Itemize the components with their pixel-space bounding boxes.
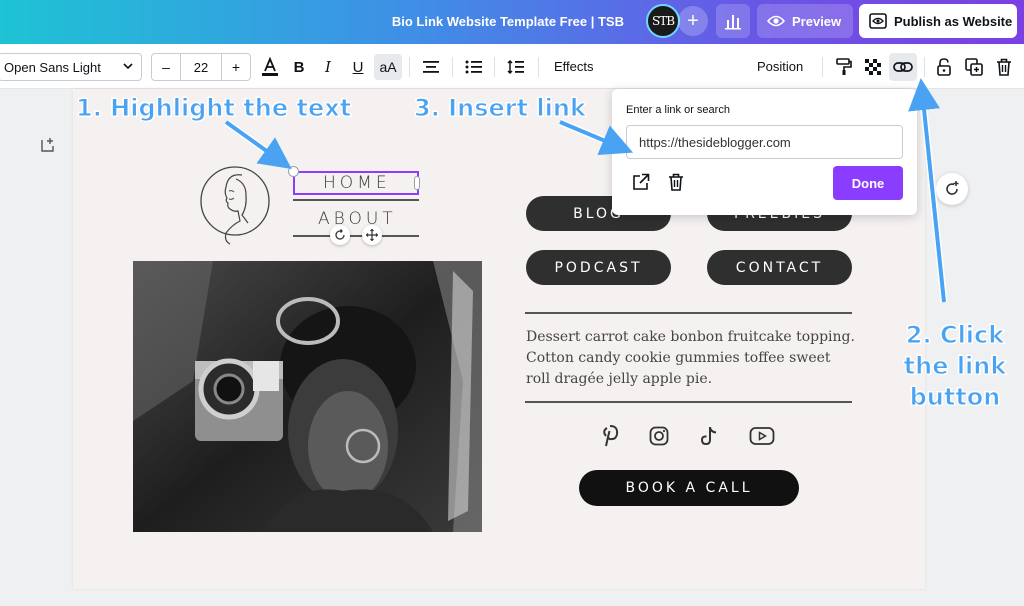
font-size-input[interactable]: 22 (180, 54, 222, 80)
font-size-increase-button[interactable]: + (222, 54, 250, 80)
bullet-list-icon (465, 60, 482, 74)
lock-button[interactable] (934, 56, 954, 78)
photo-illustration (133, 261, 482, 532)
effects-button[interactable]: Effects (554, 59, 594, 74)
toolbar-divider (409, 57, 410, 77)
instagram-icon[interactable] (646, 424, 672, 448)
open-link-icon[interactable] (632, 173, 650, 191)
font-size-stepper: – 22 + (151, 53, 251, 81)
pinterest-icon[interactable] (597, 424, 623, 448)
move-icon (366, 229, 378, 241)
face-logo (200, 166, 270, 245)
home-underline (293, 199, 419, 201)
refresh-icon (946, 181, 959, 195)
delete-button[interactable] (994, 56, 1014, 78)
font-family-value: Open Sans Light (4, 59, 101, 75)
text-toolbar: Open Sans Light – 22 + B I U aA Effects … (0, 44, 1024, 89)
link-icon (893, 62, 913, 72)
contact-button[interactable]: CONTACT (707, 250, 852, 285)
divider-line (525, 401, 852, 403)
underline-button[interactable]: U (348, 56, 368, 78)
link-button[interactable] (889, 53, 917, 81)
toolbar-divider (452, 57, 453, 77)
done-button[interactable]: Done (833, 166, 903, 200)
spacing-button[interactable] (505, 56, 527, 78)
duplicate-icon (965, 58, 983, 76)
refresh-button[interactable] (936, 173, 968, 205)
paint-roller-icon (836, 58, 852, 75)
top-bar: Bio Link Website Template Free | TSB STB… (0, 0, 1024, 44)
bar-chart-icon (725, 15, 741, 30)
website-icon (869, 13, 887, 29)
text-color-button[interactable] (259, 56, 281, 78)
position-button[interactable]: Position (757, 59, 803, 74)
remove-link-icon[interactable] (668, 173, 684, 191)
letter-case-button[interactable]: aA (374, 54, 402, 80)
preview-label: Preview (792, 13, 842, 29)
podcast-button[interactable]: PODCAST (526, 250, 671, 285)
toolbar-divider (494, 57, 495, 77)
copy-style-button[interactable] (833, 56, 855, 78)
unlock-icon (937, 58, 951, 76)
publish-as-website-button[interactable]: Publish as Website (859, 4, 1017, 38)
italic-button[interactable]: I (318, 56, 338, 78)
link-input[interactable]: https://thesideblogger.com (626, 125, 903, 159)
tiktok-glyph (700, 427, 717, 446)
rotate-handle[interactable] (330, 225, 350, 245)
annotation-step2-line1: 2. Click (905, 321, 1005, 350)
toolbar-divider (822, 57, 823, 77)
chevron-down-icon (123, 63, 133, 70)
add-page-icon[interactable] (40, 137, 56, 153)
add-collaborator-button[interactable]: + (678, 6, 708, 36)
text-color-icon (262, 57, 278, 76)
bold-button[interactable]: B (289, 56, 309, 78)
instagram-glyph (649, 426, 669, 446)
book-a-call-button[interactable]: BOOK A CALL (579, 470, 799, 506)
about-underline (293, 235, 419, 237)
toolbar-divider (924, 57, 925, 77)
youtube-icon[interactable] (747, 424, 777, 448)
rotate-icon (335, 229, 345, 240)
document-title[interactable]: Bio Link Website Template Free | TSB (392, 14, 624, 29)
preview-button[interactable]: Preview (757, 4, 853, 38)
transparency-icon (865, 59, 881, 75)
link-popup: Enter a link or search https://thesidebl… (612, 89, 917, 215)
line-spacing-icon (507, 59, 524, 75)
selection-handle[interactable] (414, 176, 420, 190)
insights-button[interactable] (716, 4, 750, 38)
nav-home-text[interactable]: HOME (323, 173, 391, 193)
align-center-icon (423, 61, 439, 73)
eye-icon (767, 15, 785, 27)
annotation-step3: 3. Insert link (414, 94, 587, 123)
tiktok-icon[interactable] (696, 424, 722, 448)
annotation-step2: 2. Click the link button (896, 320, 1014, 413)
move-handle[interactable] (362, 225, 382, 245)
link-popup-label: Enter a link or search (626, 104, 730, 116)
font-family-select[interactable]: Open Sans Light (0, 53, 142, 81)
annotation-step2-line3: button (909, 383, 1001, 412)
annotation-step1: 1. Highlight the text (75, 94, 352, 123)
woman-with-camera-photo[interactable] (133, 261, 482, 532)
selection-handle[interactable] (288, 166, 299, 177)
trash-icon (997, 58, 1011, 76)
nav-about-text[interactable]: ABOUT (318, 209, 397, 229)
annotation-step2-line2: the link (903, 352, 1007, 381)
align-button[interactable] (420, 56, 442, 78)
divider-line (525, 312, 852, 314)
avatar[interactable]: STB (646, 4, 680, 38)
pinterest-glyph (603, 425, 619, 447)
publish-label: Publish as Website (894, 13, 1013, 29)
list-button[interactable] (463, 56, 485, 78)
font-size-decrease-button[interactable]: – (152, 54, 180, 80)
toolbar-divider (538, 57, 539, 77)
duplicate-button[interactable] (964, 56, 984, 78)
transparency-button[interactable] (862, 56, 884, 78)
youtube-glyph (749, 427, 775, 445)
bio-text[interactable]: Dessert carrot cake bonbon fruitcake top… (526, 327, 856, 390)
